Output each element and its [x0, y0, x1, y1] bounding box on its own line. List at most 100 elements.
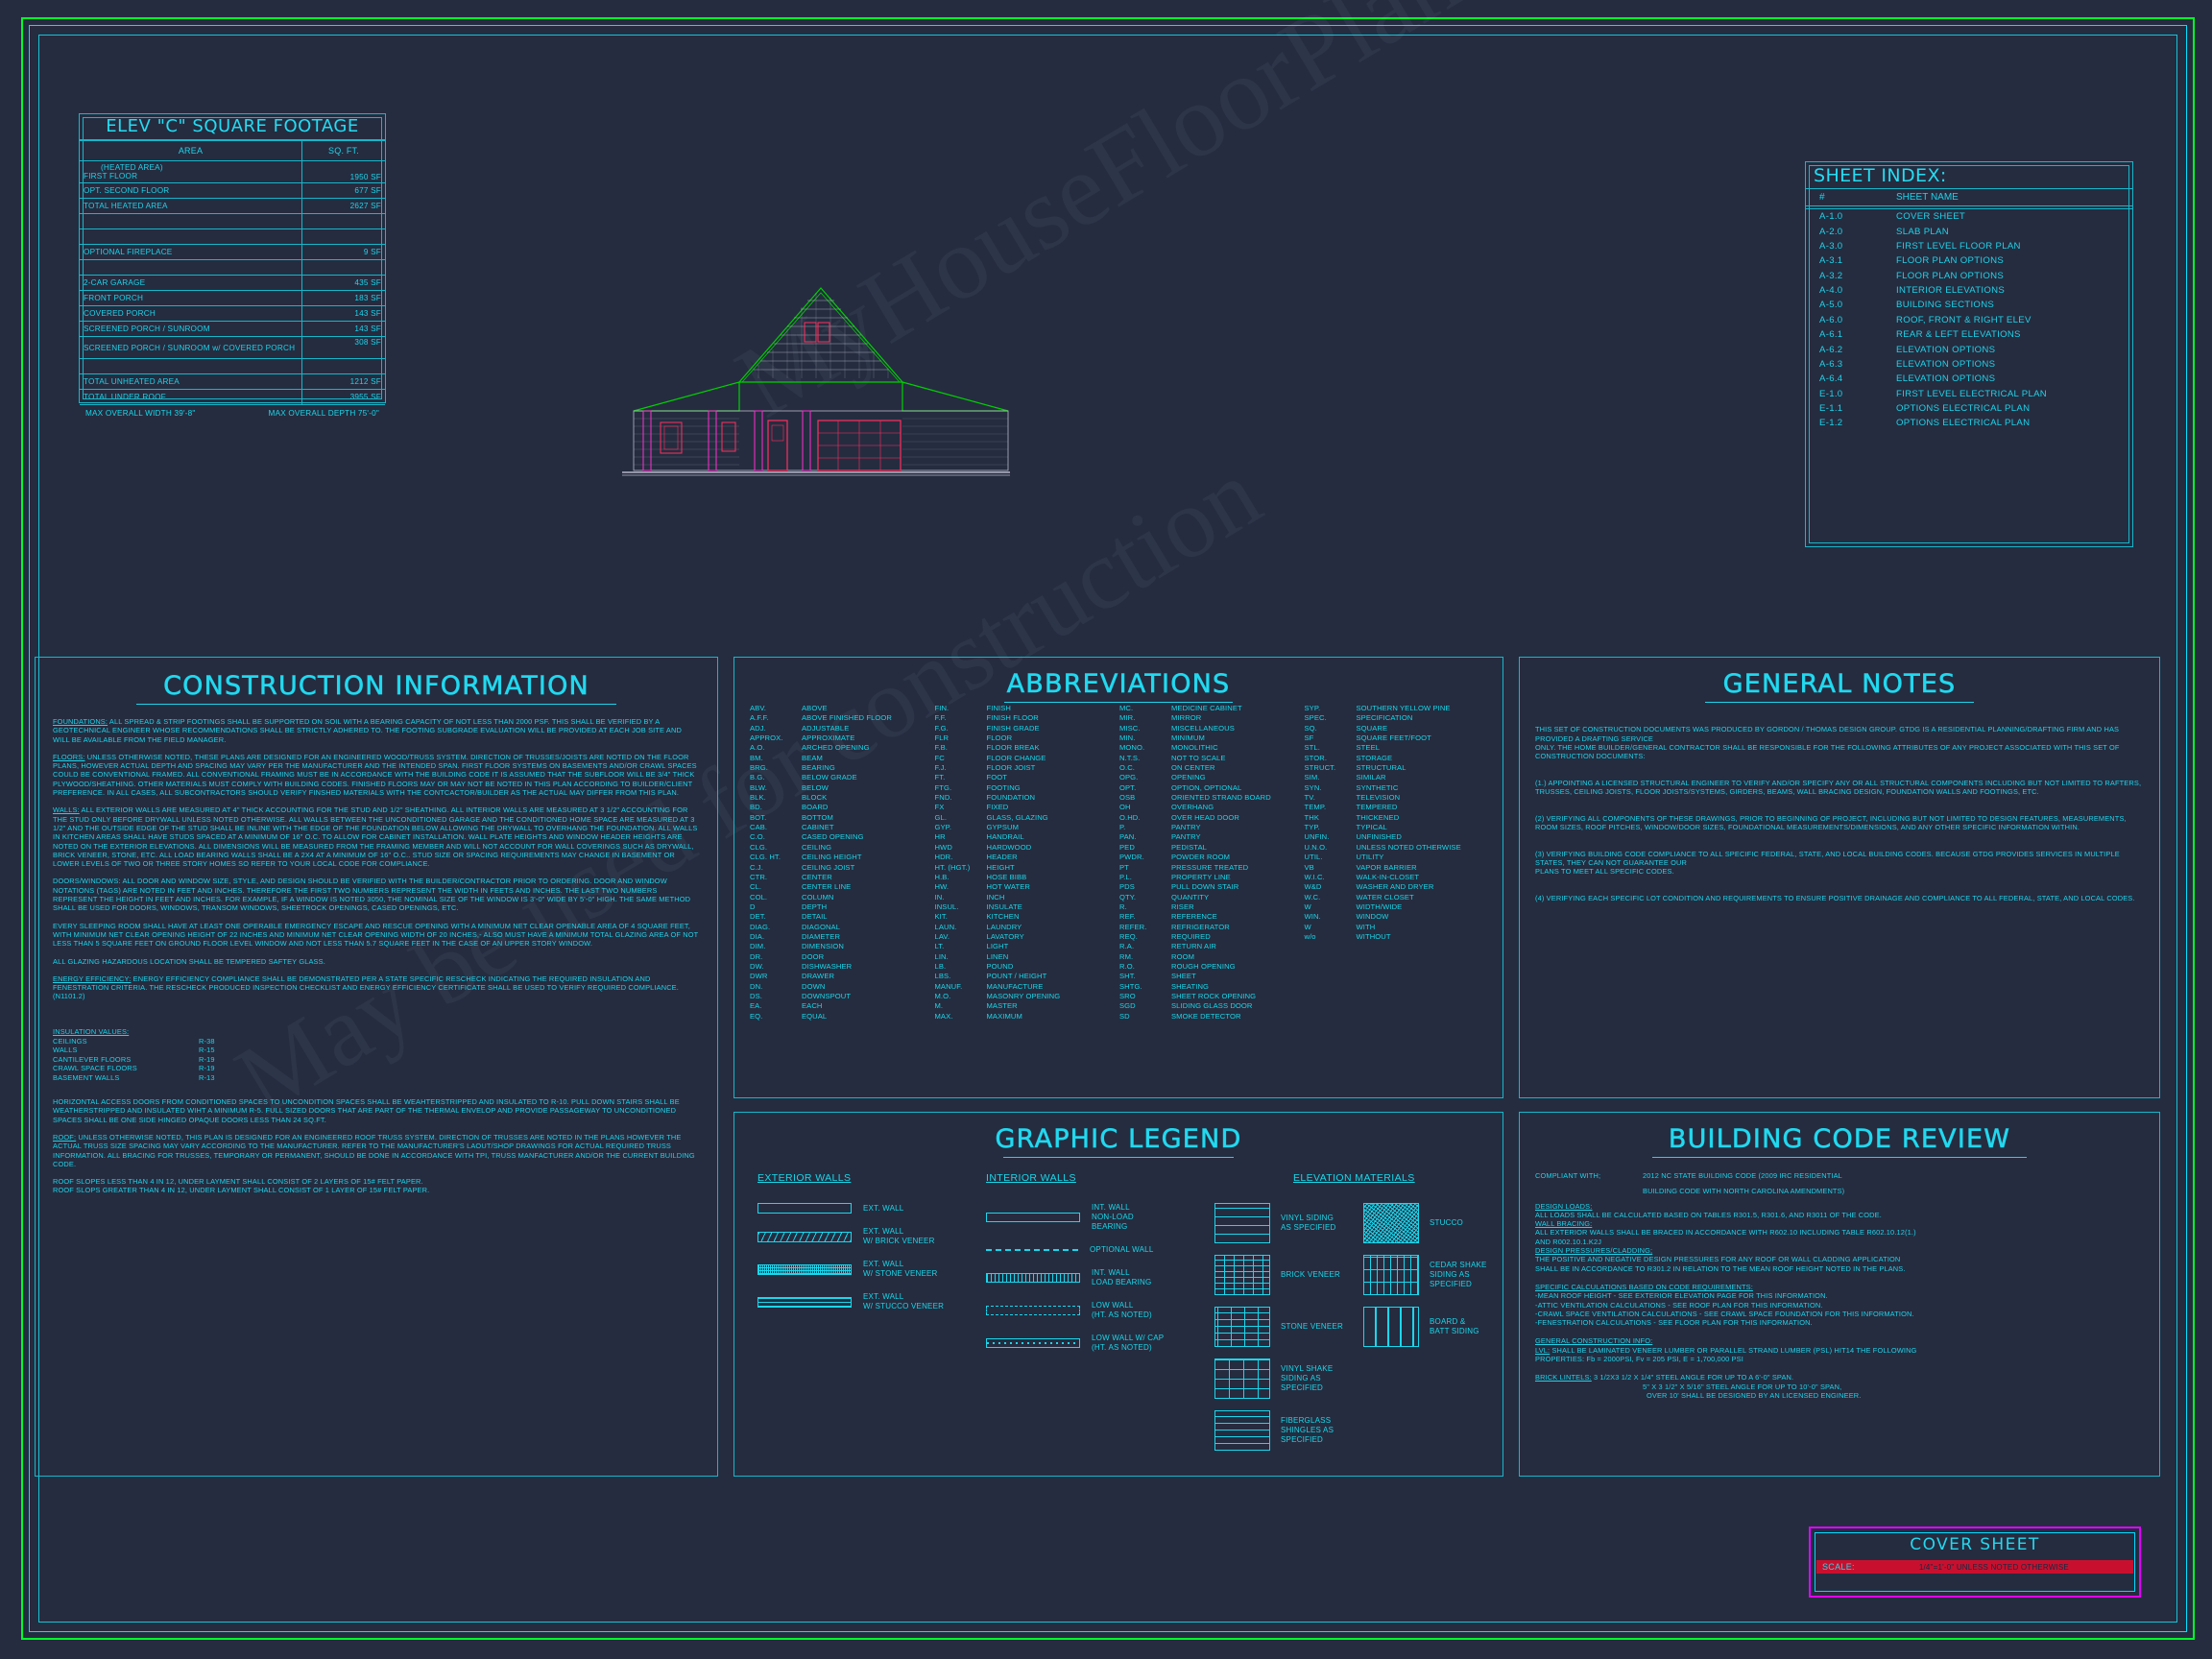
sheet-name[interactable]: ROOF, FRONT & RIGHT ELEV	[1887, 313, 2132, 327]
abbreviation-value: WITH	[1356, 922, 1376, 931]
sheet-number[interactable]: A-3.0	[1806, 239, 1887, 253]
abbreviation-value: REQUIRED	[1171, 931, 1211, 941]
sheet-name[interactable]: OPTIONS ELECTRICAL PLAN	[1887, 401, 2132, 416]
abbreviation-value: WALK-IN-CLOSET	[1356, 872, 1420, 881]
sheet-number[interactable]: A-5.0	[1806, 298, 1887, 312]
sheet-name[interactable]: COVER SHEET	[1887, 209, 2132, 224]
legend-item: LOW WALL (HT. AS NOTED)	[986, 1301, 1191, 1320]
list-item: A-6.0 ROOF, FRONT & RIGHT ELEV	[1806, 313, 2132, 327]
abbreviation-key: P.	[1119, 823, 1126, 832]
sheet-name[interactable]: FLOOR PLAN OPTIONS	[1887, 269, 2132, 283]
sheet-name[interactable]: INTERIOR ELEVATIONS	[1887, 283, 2132, 298]
brick-veneer-swatch-icon	[1214, 1255, 1270, 1295]
abbreviation-key: EA.	[750, 1001, 762, 1011]
sheet-number[interactable]: A-3.1	[1806, 253, 1887, 268]
legend-item: STONE VENEER	[1214, 1307, 1363, 1347]
abbreviation-key: LIN.	[934, 951, 949, 961]
sheet-name[interactable]: OPTIONS ELECTRICAL PLAN	[1887, 416, 2132, 430]
table-row: TOTAL HEATED AREA 2627 SF	[80, 198, 385, 214]
corner-mark-tl	[21, 17, 48, 44]
abbreviation-key: QTY.	[1119, 892, 1137, 902]
sheet-index-title: SHEET INDEX:	[1814, 165, 1947, 186]
list-item: A-2.0 SLAB PLAN	[1806, 224, 2132, 238]
elevation-materials-column: ELEVATION MATERIALS VINYL SIDING AS SPEC…	[1191, 1172, 1503, 1462]
sheet-name[interactable]: FIRST LEVEL ELECTRICAL PLAN	[1887, 387, 2132, 401]
table-row: OPT. SECOND FLOOR 677 SF	[80, 182, 385, 199]
sheet-number[interactable]: A-2.0	[1806, 224, 1887, 238]
abbreviation-key: SF	[1304, 733, 1314, 743]
sheet-number[interactable]: A-1.0	[1806, 209, 1887, 224]
table-row	[80, 228, 385, 245]
abbreviation-key: OPT.	[1119, 782, 1137, 792]
sheet-name[interactable]: ELEVATION OPTIONS	[1887, 372, 2132, 386]
insulation-area: CRAWL SPACE FLOORS	[53, 1064, 137, 1073]
list-item: CANTILEVER FLOORS R-19	[53, 1055, 700, 1064]
abbreviation-key: APPROX.	[750, 733, 783, 743]
abbreviation-value: GLASS, GLAZING	[986, 812, 1048, 822]
abbreviation-key: ADJ.	[750, 723, 766, 733]
abbreviation-key: HDR.	[934, 853, 953, 862]
sheet-name[interactable]: ELEVATION OPTIONS	[1887, 342, 2132, 356]
abbreviation-key: MAX.	[934, 1011, 953, 1021]
abbreviation-key: B.G.	[750, 773, 765, 782]
abbreviation-value: BEAM	[802, 753, 823, 762]
list-item: E-1.1 OPTIONS ELECTRICAL PLAN	[1806, 401, 2132, 416]
list-item: A-6.3 ELEVATION OPTIONS	[1806, 357, 2132, 372]
abbreviation-value: FOOT	[986, 773, 1007, 782]
sheet-number[interactable]: A-6.1	[1806, 327, 1887, 342]
abbreviation-key: THK	[1304, 812, 1319, 822]
max-overall-depth: MAX OVERALL DEPTH 75'-0"	[268, 409, 379, 418]
legend-label: EXT. WALL W/ STONE VENEER	[863, 1260, 938, 1278]
abbreviation-key: GYP.	[934, 823, 952, 832]
paragraph: (1.) APPOINTING A LICENSED STRUCTURAL EN…	[1535, 778, 2142, 797]
sheet-name[interactable]: REAR & LEFT ELEVATIONS	[1887, 327, 2132, 342]
sheet-index-rows: A-1.0 COVER SHEET A-2.0 SLAB PLAN A-3.0 FIR…	[1806, 209, 2132, 431]
sqft-row-label: 2-CAR GARAGE	[80, 275, 302, 291]
abbreviation-value: INCH	[986, 892, 1005, 902]
sheet-name[interactable]: SLAB PLAN	[1887, 224, 2132, 238]
abbreviation-key: HR	[934, 832, 946, 842]
corner-mark-tr	[2168, 17, 2195, 44]
sqft-row-value: 143 SF	[301, 321, 385, 337]
legend-item: LOW WALL W/ CAP (HT. AS NOTED)	[986, 1334, 1191, 1353]
abbreviation-key: W	[1304, 922, 1311, 931]
sheet-name[interactable]: BUILDING SECTIONS	[1887, 298, 2132, 312]
sheet-number[interactable]: A-6.4	[1806, 372, 1887, 386]
sqft-row-value: 143 SF	[301, 305, 385, 322]
title-block-inner-border	[1815, 1532, 2135, 1592]
compliant-with-value: 2012 NC STATE BUILDING CODE (2009 IRC RE…	[1643, 1171, 1842, 1180]
legend-label: BOARD & BATT SIDING	[1430, 1317, 1479, 1335]
materials-left-list: VINYL SIDING AS SPECIFIED BRICK VENEER S…	[1214, 1203, 1363, 1462]
general-construction-info-title: GENERAL CONSTRUCTION INFO:	[1535, 1336, 1653, 1346]
sheet-name[interactable]: FLOOR PLAN OPTIONS	[1887, 253, 2132, 268]
abbreviation-key: OH	[1119, 803, 1131, 812]
title-block[interactable]: COVER SHEET SCALE: 1/4"=1'-0" UNLESS NOT…	[1809, 1527, 2141, 1598]
sheet-number[interactable]: A-6.3	[1806, 357, 1887, 372]
column-header-sheet-name: SHEET NAME	[1896, 192, 1959, 203]
abbreviation-value: WATER CLOSET	[1356, 892, 1414, 902]
sheet-number[interactable]: A-3.2	[1806, 269, 1887, 283]
sheet-number[interactable]: A-4.0	[1806, 283, 1887, 298]
abbreviation-key: LBS.	[934, 972, 951, 981]
sheet-number[interactable]: A-6.2	[1806, 342, 1887, 356]
sqft-row-label: COVERED PORCH	[80, 305, 302, 322]
abbreviation-key: LB.	[934, 961, 947, 971]
abbreviation-value: STORAGE	[1356, 753, 1393, 762]
sheet-number[interactable]: E-1.0	[1806, 387, 1887, 401]
legend-label: LOW WALL (HT. AS NOTED)	[1092, 1301, 1152, 1319]
insulation-area: BASEMENT WALLS	[53, 1072, 120, 1082]
abbreviation-key: O.HD.	[1119, 812, 1141, 822]
abbreviation-value: ABOVE	[802, 704, 828, 712]
sheet-name[interactable]: FIRST LEVEL FLOOR PLAN	[1887, 239, 2132, 253]
sheet-name[interactable]: ELEVATION OPTIONS	[1887, 357, 2132, 372]
construction-information-panel: CONSTRUCTION INFORMATION FOUNDATIONS: AL…	[35, 657, 718, 1477]
abbreviation-value: DEPTH	[802, 902, 828, 911]
abbreviation-value: SYNTHETIC	[1356, 782, 1399, 792]
sheet-number[interactable]: E-1.2	[1806, 416, 1887, 430]
sheet-number[interactable]: E-1.1	[1806, 401, 1887, 416]
abbreviation-key: BM.	[750, 753, 763, 762]
sheet-number[interactable]: A-6.0	[1806, 313, 1887, 327]
abbreviation-key: MONO.	[1119, 743, 1145, 753]
section-text: ROOF SLOPES LESS THAN 4 IN 12, UNDER LAY…	[53, 1177, 430, 1195]
section-text: UNLESS OTHERWISE NOTED, THESE PLANS ARE …	[53, 752, 697, 798]
